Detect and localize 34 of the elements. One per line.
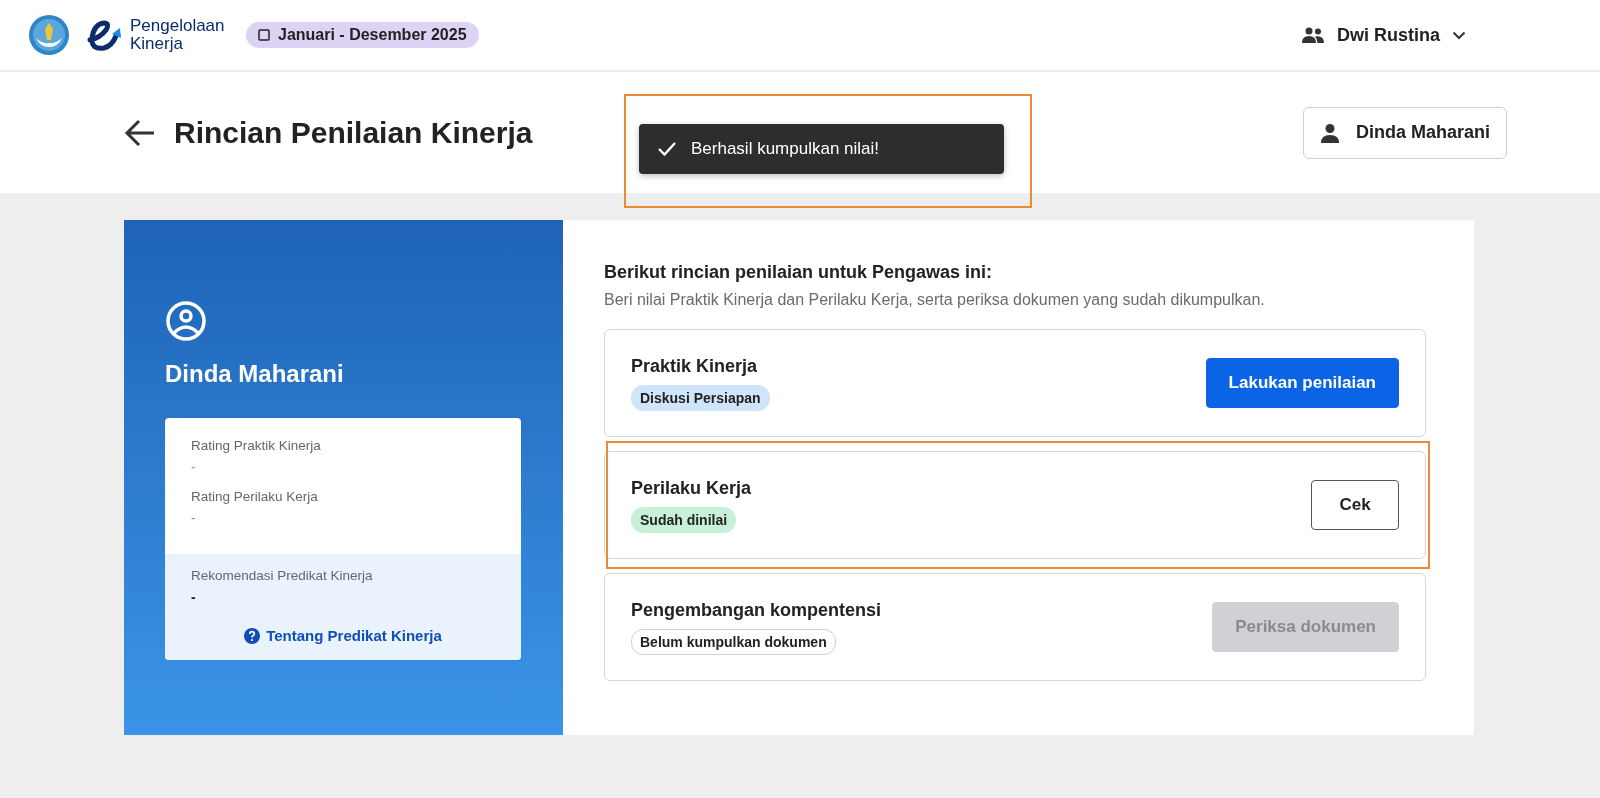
emblem-logo-icon	[28, 14, 70, 56]
question-icon	[244, 627, 261, 644]
rating-value: -	[191, 510, 197, 526]
person-icon	[1319, 122, 1340, 143]
profile-name: Dinda Maharani	[165, 360, 345, 388]
chevron-down-icon	[1452, 30, 1466, 40]
user-circle-icon	[165, 300, 207, 342]
brand-name: Pengelolaan Kinerja	[130, 17, 226, 53]
toast-message: Berhasil kumpulkan nilai!	[691, 139, 880, 159]
recommendation-label: Rekomendasi Predikat Kinerja	[191, 568, 374, 583]
details-subheading: Beri nilai Praktik Kinerja dan Perilaku Kerja, serta periksa dokumen yang sudah dikumpulkan.	[604, 291, 1266, 309]
help-link[interactable]: Tentang Predikat Kinerja	[244, 627, 442, 644]
section-title: Perilaku Kerja	[631, 477, 752, 499]
page-title: Rincian Penilaian Kinerja	[174, 115, 533, 150]
status-badge: Diskusi Persiapan	[631, 384, 770, 411]
status-badge: Sudah dinilai	[631, 506, 737, 533]
checkmark-icon	[657, 141, 677, 157]
action-button[interactable]: Cek	[1311, 480, 1399, 530]
person-button[interactable]: Dinda Maharani	[1302, 106, 1507, 159]
rating-value: -	[191, 459, 197, 475]
users-icon	[1301, 27, 1325, 43]
back-arrow-icon	[124, 118, 156, 147]
back-button[interactable]	[124, 118, 156, 147]
details-heading: Berikut rincian penilaian untuk Pengawas ini:	[604, 262, 994, 283]
period-text: Januari - Desember 2025	[278, 26, 467, 44]
action-button[interactable]: Lakukan penilaian	[1205, 358, 1399, 408]
user-menu[interactable]: Dwi Rustina	[1295, 23, 1472, 47]
section-title: Pengembangan kompentensi	[631, 599, 882, 621]
rating-label: Rating Praktik Kinerja	[191, 438, 322, 453]
square-icon	[258, 29, 270, 41]
recommendation-value: -	[191, 589, 197, 605]
rating-label: Rating Perilaku Kerja	[191, 489, 319, 504]
section-title: Praktik Kinerja	[631, 355, 758, 377]
status-badge: Belum kumpulkan dokumen	[631, 628, 836, 655]
